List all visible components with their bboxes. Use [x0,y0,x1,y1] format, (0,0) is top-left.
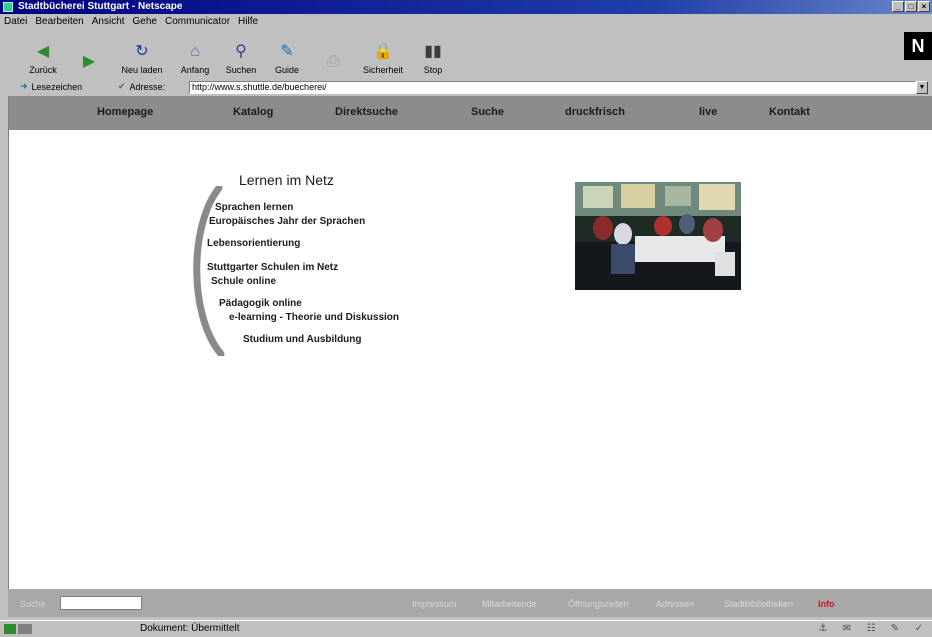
menu-ansicht[interactable]: Ansicht [92,15,125,29]
newsgroup-icon[interactable]: ☷ [862,623,880,635]
location-icon: ✔ [118,81,126,91]
footer-link-impressum[interactable]: Impressum [412,599,457,609]
nav-suche[interactable]: Suche [471,106,504,118]
nav-live[interactable]: live [699,106,717,118]
navigation-toolbar: ◀ Zurück ▶ ↻ Neu laden ⌂ Anfang ⚲ Suchen… [0,30,932,80]
footer-search-label: Suche [20,599,46,609]
security-button[interactable]: 🔒 Sicherheit [356,30,410,80]
search-icon: ⚲ [235,43,247,60]
link-sprachen-lernen[interactable]: Sprachen lernen [215,202,293,213]
status-text: Dokument: Übermittelt [140,623,240,634]
window-title-bar: Stadtbücherei Stuttgart - Netscape _ □ × [0,0,932,14]
footer-link-stadtbibliotheken[interactable]: Stadtbibliotheken [724,599,793,609]
link-paedagogik-online[interactable]: Pädagogik online [219,298,302,309]
minimize-button[interactable]: _ [892,1,904,12]
classroom-photo-image [575,182,741,290]
back-button[interactable]: ◀ Zurück [20,30,66,80]
footer-link-adressen[interactable]: Adressen [656,599,694,609]
menu-datei[interactable]: Datei [4,15,27,29]
address-input[interactable]: http://www.s.shuttle.de/buecherei/ [189,81,916,94]
learning-menu: Lernen im Netz Sprachen lernen Europäisc… [189,172,449,362]
close-button[interactable]: × [918,1,930,12]
chevron-down-icon[interactable]: ▼ [916,81,928,94]
print-icon: ⎙ [326,53,340,70]
link-lebensorientierung[interactable]: Lebensorientierung [207,238,300,249]
status-bar: Dokument: Übermittelt ⚓ ✉ ☷ ✎ ✓ [0,620,932,637]
info-badge[interactable]: Info [818,599,835,609]
link-studium-ausbildung[interactable]: Studium und Ausbildung [243,334,362,345]
menu-bar: Datei Bearbeiten Ansicht Gehe Communicat… [0,15,258,29]
menu-communicator[interactable]: Communicator [165,15,230,29]
mail-icon[interactable]: ✉ [838,623,856,635]
nav-homepage[interactable]: Homepage [97,106,153,118]
link-stuttgarter-schulen[interactable]: Stuttgarter Schulen im Netz [207,262,338,273]
maximize-button[interactable]: □ [905,1,917,12]
security-status-icon[interactable]: ✓ [910,623,928,635]
stop-icon: ▮▮ [424,43,442,60]
bookmarks-button[interactable]: ➜ Lesezeichen [20,81,82,92]
security-icon: 🔒 [373,43,393,60]
component-tray: ⚓ ✉ ☷ ✎ ✓ [814,623,928,635]
home-icon: ⌂ [190,43,200,60]
nav-kontakt[interactable]: Kontakt [769,106,810,118]
search-button[interactable]: ⚲ Suchen [218,30,264,80]
guide-button[interactable]: ✎ Guide [264,30,310,80]
netscape-app-icon [3,2,13,12]
classroom-photo [575,182,741,290]
menu-title: Lernen im Netz [239,172,334,188]
netscape-logo[interactable]: N [904,32,932,60]
print-button[interactable]: ⎙ [310,30,356,80]
window-title: Stadtbücherei Stuttgart - Netscape [18,1,183,12]
window-controls: _ □ × [892,1,930,12]
nav-druckfrisch[interactable]: druckfrisch [565,106,625,118]
footer-search-input[interactable] [60,596,142,610]
location-bar: ➜ Lesezeichen ✔ Adresse: http://www.s.sh… [0,80,932,96]
address-label: ✔ Adresse: [118,81,166,92]
menu-gehe[interactable]: Gehe [133,15,157,29]
guide-icon: ✎ [280,43,294,60]
link-e-learning[interactable]: e-learning - Theorie und Diskussion [229,312,399,323]
stop-button[interactable]: ▮▮ Stop [410,30,456,80]
nav-direktsuche[interactable]: Direktsuche [335,106,398,118]
link-europaeisches-jahr[interactable]: Europäisches Jahr der Sprachen [209,216,365,227]
forward-button[interactable]: ▶ [66,30,112,80]
connection-status-icon [4,624,34,635]
link-schule-online[interactable]: Schule online [211,276,276,287]
home-button[interactable]: ⌂ Anfang [172,30,218,80]
site-footer: Suche Impressum Mitarbeitende Öffnungsze… [8,589,932,617]
back-arrow-icon: ◀ [36,43,50,60]
composer-icon[interactable]: ✎ [886,623,904,635]
menu-bearbeiten[interactable]: Bearbeiten [35,15,83,29]
navigator-icon[interactable]: ⚓ [814,623,832,635]
page-content: Homepage Katalog Direktsuche Suche druck… [8,96,932,616]
nav-katalog[interactable]: Katalog [233,106,273,118]
reload-icon: ↻ [135,43,149,60]
menu-hilfe[interactable]: Hilfe [238,15,258,29]
footer-link-oeffnungszeiten[interactable]: Öffnungszeiten [568,599,628,609]
footer-link-mitarbeitende[interactable]: Mitarbeitende [482,599,537,609]
site-navigation: Homepage Katalog Direktsuche Suche druck… [9,96,932,130]
reload-button[interactable]: ↻ Neu laden [112,30,172,80]
bookmarks-icon: ➜ [20,81,28,91]
forward-arrow-icon: ▶ [82,53,96,70]
